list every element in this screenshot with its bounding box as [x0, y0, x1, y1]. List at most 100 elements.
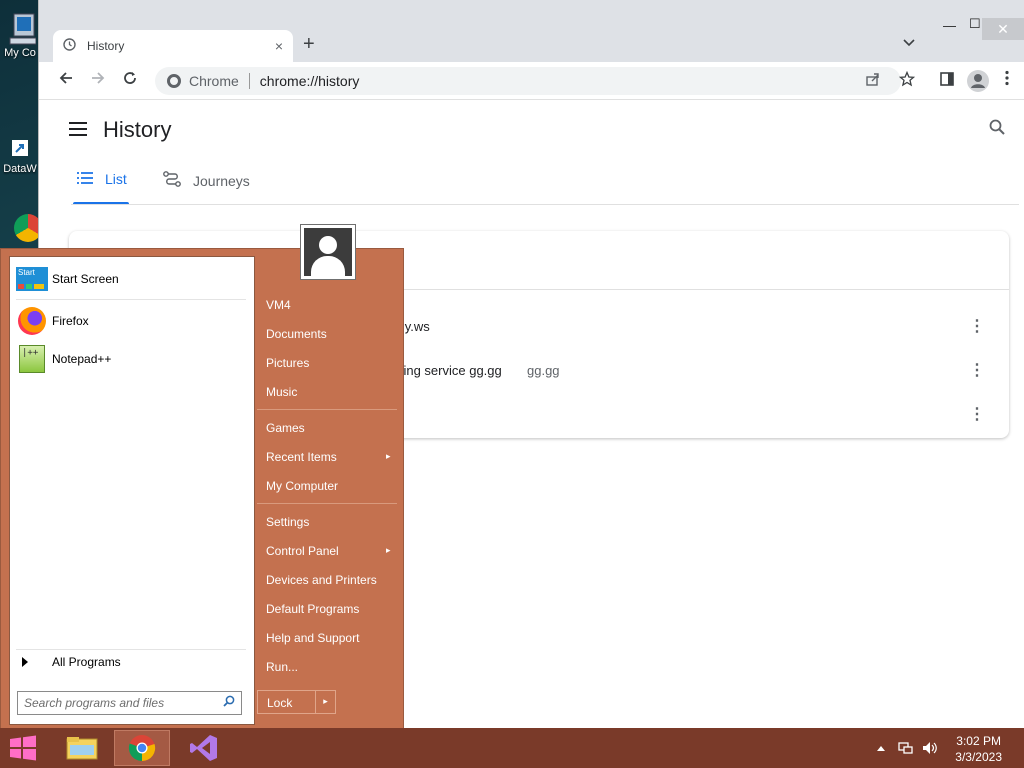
places-separator	[257, 503, 397, 504]
desktop-icon-label: My Co	[4, 47, 36, 59]
chevron-down-icon	[903, 39, 915, 47]
bookmark-star-icon[interactable]	[898, 70, 916, 92]
start-item-control-panel[interactable]: Control Panel ▸	[266, 544, 391, 558]
clock-date: 3/3/2023	[955, 750, 1002, 764]
row-menu-icon[interactable]: ⋮	[969, 360, 985, 380]
pinned-separator	[16, 299, 246, 300]
start-item-games[interactable]: Games	[266, 421, 305, 435]
forward-button[interactable]	[87, 70, 109, 91]
taskbar-visual-studio[interactable]	[176, 730, 232, 766]
desktop-icon-my-computer[interactable]: My Co	[0, 8, 40, 59]
tab-list[interactable]: List	[77, 171, 127, 187]
tab-title: History	[87, 39, 125, 53]
row-menu-icon[interactable]: ⋮	[969, 316, 985, 336]
shortcut-icon	[12, 140, 28, 156]
all-programs-label: All Programs	[52, 655, 121, 669]
volume-icon[interactable]	[922, 741, 938, 758]
back-button[interactable]	[55, 70, 77, 91]
browser-tab[interactable]: History ×	[53, 30, 293, 62]
desktop-icon-label: DataW	[3, 163, 37, 175]
new-tab-button[interactable]: +	[303, 33, 315, 56]
row-domain: gg.gg	[527, 363, 560, 378]
start-item-music[interactable]: Music	[266, 385, 297, 399]
row-title[interactable]: ening service gg.gg	[389, 363, 502, 378]
start-menu-programs-pane: Start Start Screen Firefox |++ Notepad++	[9, 256, 255, 725]
page-title: History	[103, 117, 172, 142]
start-screen-icon: Start	[16, 263, 48, 295]
tab-label: List	[105, 171, 127, 187]
tab-search-button[interactable]	[903, 36, 915, 50]
reload-button[interactable]	[119, 70, 141, 91]
lock-button[interactable]: Lock ▸	[257, 690, 336, 714]
notepad-plus-plus-icon: |++	[16, 343, 48, 375]
clock-time: 3:02 PM	[956, 734, 1001, 748]
start-item-recent-items[interactable]: Recent Items ▸	[266, 450, 391, 464]
search-icon[interactable]	[989, 119, 1005, 140]
user-silhouette-icon	[304, 228, 352, 276]
maximize-button[interactable]: ☐	[969, 16, 981, 32]
url-text[interactable]: chrome://history	[260, 73, 360, 89]
lock-options-arrow-icon[interactable]: ▸	[315, 691, 335, 713]
site-chip: Chrome	[189, 73, 250, 89]
more-menu-icon[interactable]	[1005, 70, 1009, 91]
start-item-devices-and-printers[interactable]: Devices and Printers	[266, 573, 377, 587]
submenu-arrow-icon: ▸	[386, 545, 391, 555]
history-clock-icon	[63, 38, 79, 54]
forward-arrow-icon	[92, 72, 105, 84]
item-label: Recent Items	[266, 450, 337, 464]
triangle-right-icon	[22, 657, 28, 667]
start-item-help-and-support[interactable]: Help and Support	[266, 631, 359, 645]
row-menu-icon[interactable]: ⋮	[969, 404, 985, 424]
pinned-start-screen[interactable]: Start Start Screen	[16, 261, 250, 297]
tab-journeys[interactable]: Journeys	[163, 171, 250, 190]
side-panel-icon[interactable]	[939, 71, 955, 92]
chrome-logo-icon	[167, 74, 181, 88]
start-item-documents[interactable]: Documents	[266, 327, 327, 341]
close-button[interactable]: ✕	[982, 18, 1024, 40]
visual-studio-icon	[190, 735, 217, 761]
address-bar[interactable]: Chrome chrome://history	[155, 67, 901, 95]
pinned-label: Firefox	[52, 314, 89, 328]
start-item-vm4[interactable]: VM4	[266, 298, 291, 312]
network-icon[interactable]	[898, 741, 914, 758]
lock-label: Lock	[267, 696, 293, 710]
pinned-notepad-plus-plus[interactable]: |++ Notepad++	[16, 341, 250, 377]
reload-icon	[124, 72, 136, 84]
all-programs-button[interactable]: All Programs	[18, 655, 121, 669]
system-clock[interactable]: 3:02 PM 3/3/2023	[955, 733, 1002, 765]
pinned-firefox[interactable]: Firefox	[16, 303, 250, 339]
start-search-input[interactable]: Search programs and files	[17, 691, 242, 715]
hamburger-menu-icon[interactable]	[69, 119, 87, 142]
person-icon	[971, 74, 985, 88]
profile-avatar[interactable]	[967, 70, 989, 92]
desktop-icon-dataw[interactable]: DataW	[0, 136, 40, 175]
start-item-run[interactable]: Run...	[266, 660, 298, 674]
start-button[interactable]	[8, 734, 38, 762]
list-icon	[77, 171, 93, 187]
windows-logo-icon	[10, 735, 36, 761]
firefox-icon	[16, 305, 48, 337]
search-icon[interactable]	[223, 695, 235, 710]
journeys-icon	[163, 171, 181, 190]
start-menu: Start Start Screen Firefox |++ Notepad++	[0, 248, 404, 728]
minimize-button[interactable]: —	[943, 18, 956, 33]
tray-overflow-icon[interactable]	[876, 741, 886, 755]
start-item-default-programs[interactable]: Default Programs	[266, 602, 359, 616]
user-account-picture[interactable]	[300, 224, 356, 280]
back-arrow-icon	[59, 72, 72, 84]
browser-toolbar: Chrome chrome://history	[39, 62, 1024, 100]
tab-close-icon[interactable]: ×	[275, 38, 283, 54]
taskbar-chrome[interactable]	[114, 730, 170, 766]
taskbar: 3:02 PM 3/3/2023	[0, 728, 1024, 768]
tab-label: Journeys	[193, 172, 250, 189]
pinned-label: Start Screen	[52, 272, 119, 286]
share-icon[interactable]	[865, 71, 881, 92]
start-item-pictures[interactable]: Pictures	[266, 356, 309, 370]
start-item-settings[interactable]: Settings	[266, 515, 309, 529]
pinned-label: Notepad++	[52, 352, 112, 366]
item-label: Control Panel	[266, 544, 339, 558]
search-placeholder: Search programs and files	[24, 696, 165, 710]
tabs-divider	[71, 204, 1019, 205]
taskbar-file-explorer[interactable]	[54, 730, 110, 766]
start-item-my-computer[interactable]: My Computer	[266, 479, 338, 493]
